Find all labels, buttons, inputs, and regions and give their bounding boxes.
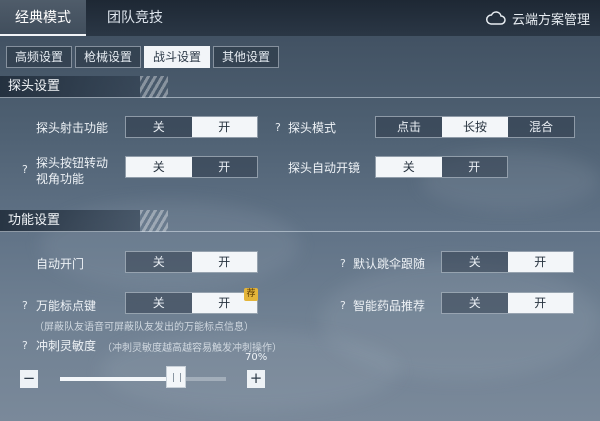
peek-fire-label: 探头射击功能 bbox=[36, 121, 109, 135]
help-icon[interactable]: ? bbox=[22, 339, 28, 352]
cloud-scheme-label: 云端方案管理 bbox=[511, 12, 590, 28]
section-header-peek: 探头设置 bbox=[0, 76, 600, 98]
sprint-sensitivity-plus-button[interactable]: + bbox=[247, 370, 265, 388]
universal-mark-hint: （屏蔽队友语音可屏蔽队友发出的万能标点信息） bbox=[34, 322, 254, 333]
peek-fire-toggle[interactable]: 关 开 bbox=[125, 116, 258, 138]
peek-turn-label-line1: 探头按钮转动 bbox=[36, 156, 109, 170]
peek-turn-toggle[interactable]: 关 开 bbox=[125, 156, 258, 178]
peek-scope-off[interactable]: 关 bbox=[376, 157, 442, 177]
peek-scope-toggle[interactable]: 关 开 bbox=[375, 156, 508, 178]
smart-medicine-on[interactable]: 开 bbox=[507, 293, 573, 313]
peek-mode-tap[interactable]: 点击 bbox=[376, 117, 442, 137]
peek-turn-label-line2: 视角功能 bbox=[36, 172, 85, 186]
universal-mark-toggle[interactable]: 关 开 荐 bbox=[125, 288, 258, 314]
universal-mark-on[interactable]: 开 荐 bbox=[191, 288, 258, 313]
sprint-sensitivity-minus-button[interactable]: − bbox=[20, 370, 38, 388]
section-title-peek: 探头设置 bbox=[8, 79, 61, 94]
peek-turn-off[interactable]: 关 bbox=[126, 157, 192, 177]
auto-door-label: 自动开门 bbox=[36, 257, 85, 271]
parachute-follow-label: 默认跳伞跟随 bbox=[353, 257, 426, 271]
sprint-sensitivity-fill bbox=[60, 377, 176, 381]
help-icon[interactable]: ? bbox=[22, 299, 28, 312]
parachute-follow-toggle[interactable]: 关 开 bbox=[441, 251, 574, 273]
peek-scope-label: 探头自动开镜 bbox=[288, 161, 361, 175]
top-tab-bar: 经典模式 团队竞技 云端方案管理 bbox=[0, 0, 600, 36]
recommended-badge: 荐 bbox=[244, 288, 258, 301]
section-header-function: 功能设置 bbox=[0, 210, 600, 232]
peek-mode-hold[interactable]: 长按 bbox=[442, 117, 508, 137]
peek-fire-off[interactable]: 关 bbox=[126, 117, 192, 137]
sprint-sensitivity-thumb[interactable] bbox=[166, 366, 186, 388]
subtab-combat-settings[interactable]: 战斗设置 bbox=[144, 46, 210, 68]
help-icon[interactable]: ? bbox=[340, 257, 346, 270]
subtab-weapon-settings[interactable]: 枪械设置 bbox=[75, 46, 141, 68]
universal-mark-off[interactable]: 关 bbox=[126, 293, 192, 313]
smart-medicine-toggle[interactable]: 关 开 bbox=[441, 292, 574, 314]
tab-classic-mode[interactable]: 经典模式 bbox=[0, 0, 86, 36]
parachute-follow-off[interactable]: 关 bbox=[442, 252, 508, 272]
peek-mode-selector[interactable]: 点击 长按 混合 bbox=[375, 116, 575, 138]
peek-fire-on[interactable]: 开 bbox=[191, 117, 257, 137]
universal-mark-label: 万能标点键 bbox=[36, 299, 97, 313]
help-icon[interactable]: ? bbox=[275, 121, 281, 134]
subtab-other-settings[interactable]: 其他设置 bbox=[213, 46, 279, 68]
tab-team-deathmatch[interactable]: 团队竞技 bbox=[92, 0, 178, 36]
peek-scope-on[interactable]: 开 bbox=[442, 157, 508, 177]
help-icon[interactable]: ? bbox=[340, 299, 346, 312]
subtab-frequent-settings[interactable]: 高频设置 bbox=[6, 46, 72, 68]
peek-mode-label: 探头模式 bbox=[288, 121, 337, 135]
parachute-follow-on[interactable]: 开 bbox=[507, 252, 573, 272]
universal-mark-on-text: 开 bbox=[218, 296, 231, 310]
section-title-function: 功能设置 bbox=[8, 213, 61, 228]
sprint-sensitivity-value: 70% bbox=[245, 352, 268, 363]
help-icon[interactable]: ? bbox=[22, 163, 28, 176]
auto-door-on[interactable]: 开 bbox=[191, 252, 257, 272]
peek-turn-on[interactable]: 开 bbox=[192, 157, 258, 177]
auto-door-off[interactable]: 关 bbox=[126, 252, 192, 272]
peek-mode-mixed[interactable]: 混合 bbox=[508, 117, 574, 137]
cloud-icon bbox=[486, 11, 506, 25]
smart-medicine-off[interactable]: 关 bbox=[442, 293, 508, 313]
auto-door-toggle[interactable]: 关 开 bbox=[125, 251, 258, 273]
smart-medicine-label: 智能药品推荐 bbox=[353, 299, 426, 313]
cloud-scheme-management-button[interactable]: 云端方案管理 bbox=[486, 0, 590, 36]
sprint-sensitivity-track[interactable] bbox=[60, 377, 226, 381]
sprint-sensitivity-label: 冲刺灵敏度 bbox=[36, 339, 97, 353]
